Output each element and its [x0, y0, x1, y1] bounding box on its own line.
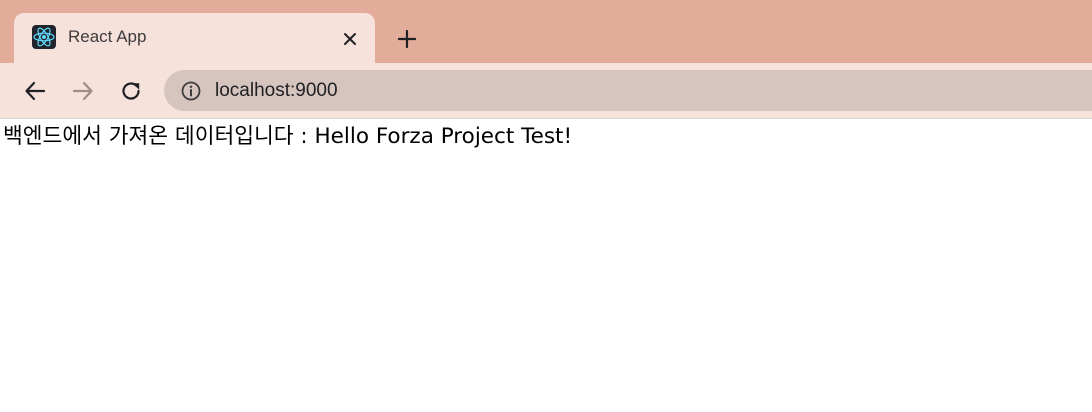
address-bar-url[interactable]: localhost:9000: [215, 80, 338, 102]
page-content: 백엔드에서 가져온 데이터입니다 : Hello Forza Project T…: [0, 119, 1092, 412]
back-arrow-icon[interactable]: [20, 76, 50, 106]
info-icon[interactable]: [180, 80, 202, 102]
close-icon[interactable]: [336, 25, 364, 53]
browser-toolbar: localhost:9000: [0, 63, 1092, 118]
plus-icon[interactable]: [392, 24, 422, 54]
address-bar[interactable]: localhost:9000: [164, 70, 1092, 111]
tab-title: React App: [68, 27, 147, 46]
browser-tab[interactable]: React App: [14, 13, 375, 63]
forward-arrow-icon[interactable]: [68, 76, 98, 106]
backend-message: 백엔드에서 가져온 데이터입니다 : Hello Forza Project T…: [3, 124, 573, 149]
reload-icon[interactable]: [116, 76, 146, 106]
react-logo-icon: [32, 25, 56, 49]
tab-strip: React App: [0, 0, 1092, 63]
